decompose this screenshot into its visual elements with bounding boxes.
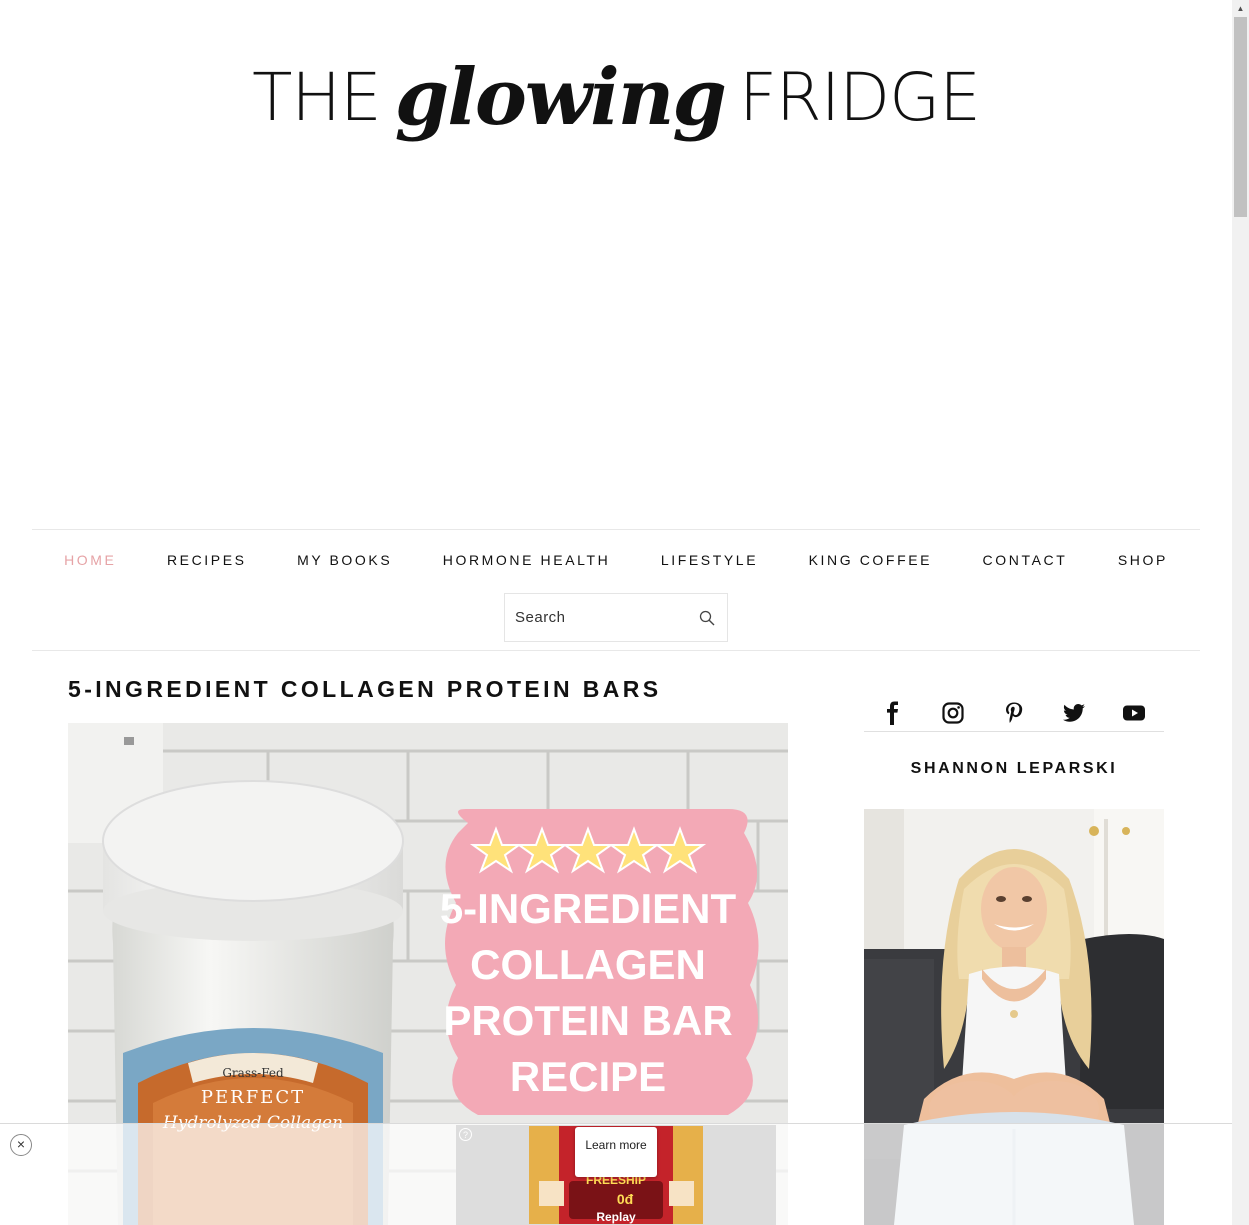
nav-item-hormone-health[interactable]: HORMONE HEALTH [443,552,611,568]
search-input[interactable] [515,609,685,626]
post-title[interactable]: 5-INGREDIENT COLLAGEN PROTEIN BARS [68,676,662,703]
author-name: SHANNON LEPARSKI [910,760,1118,777]
badge-line-2: COLLAGEN [470,941,706,988]
ad-help-icon[interactable]: ? [459,1128,472,1141]
badge-line-1: 5-INGREDIENT [440,885,737,932]
social-links [864,697,1164,731]
nav-bottom-divider [32,650,1200,651]
page: THE glowing FRIDGE HOME RECIPES MY BOOKS H… [0,0,1232,1225]
page-scrollbar[interactable]: ▲ [1232,0,1249,1225]
scrollbar-thumb[interactable] [1234,17,1247,217]
nav-item-king-coffee[interactable]: KING COFFEE [809,552,933,568]
ad-replay-button[interactable]: Replay [529,1210,703,1224]
nav-item-shop[interactable]: SHOP [1118,552,1168,568]
jar-label-brand: PERFECT [201,1087,305,1108]
nav-item-contact[interactable]: CONTACT [983,552,1068,568]
nav-item-home[interactable]: HOME [64,552,116,568]
logo-text-left: THE [252,59,382,136]
ad-learn-more-button[interactable]: Learn more [575,1127,657,1177]
logo-text-script: glowing [394,52,727,143]
nav-item-recipes[interactable]: RECIPES [167,552,247,568]
badge-line-3: PROTEIN BAR [443,997,732,1044]
twitter-icon[interactable] [1062,701,1086,725]
nav-item-my-books[interactable]: MY BOOKS [297,552,392,568]
site-logo[interactable]: THE glowing FRIDGE [0,52,1232,143]
youtube-icon[interactable] [1122,701,1146,725]
social-divider [864,731,1164,732]
scroll-up-arrow-icon[interactable]: ▲ [1232,0,1249,17]
nav-top-divider [32,529,1200,530]
badge-line-4: RECIPE [510,1053,666,1100]
ad-creative-price: 0đ [617,1191,634,1207]
instagram-icon[interactable] [941,701,965,725]
logo-text-right: FRIDGE [738,59,981,136]
facebook-icon[interactable] [881,701,905,725]
pinterest-icon[interactable] [1002,701,1026,725]
primary-nav: HOME RECIPES MY BOOKS HORMONE HEALTH LIF… [32,552,1200,570]
jar-label-top: Grass-Fed [222,1066,284,1080]
search-icon[interactable] [699,610,715,626]
search-box [504,593,728,642]
nav-item-lifestyle[interactable]: LIFESTYLE [661,552,758,568]
ad-close-button[interactable]: × [10,1134,32,1156]
